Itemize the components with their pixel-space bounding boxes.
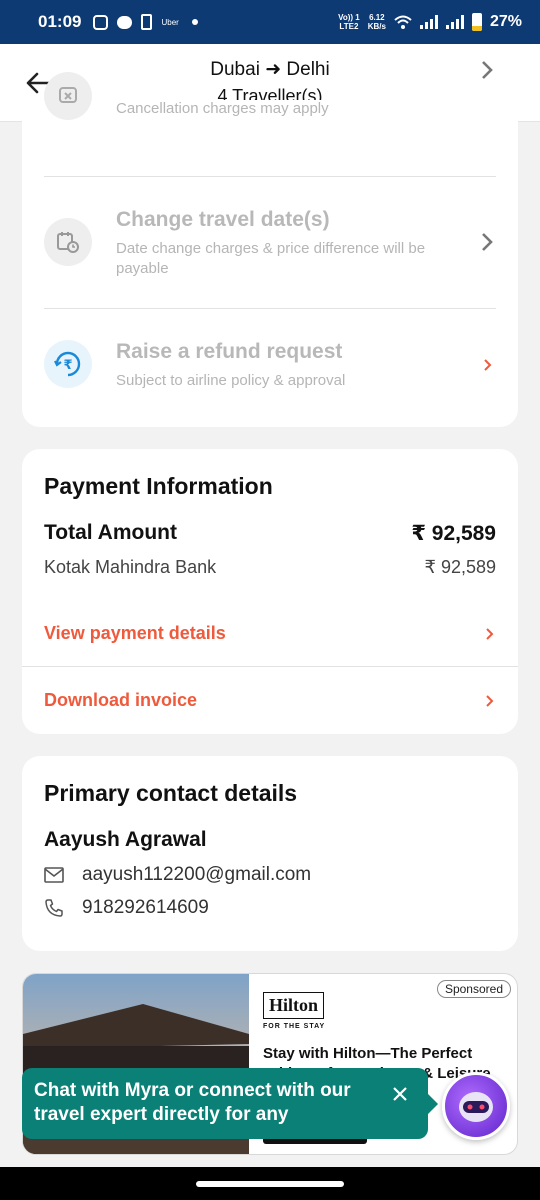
booking-actions-card: Cancellation charges may apply Change tr… bbox=[22, 61, 518, 427]
contact-phone-row: 918292614609 bbox=[44, 897, 209, 919]
change-date-subtitle: Date change charges & price difference w… bbox=[116, 240, 426, 277]
view-payment-details-link[interactable]: View payment details bbox=[44, 623, 496, 644]
battery-saver-icon bbox=[141, 14, 153, 30]
svg-text:₹: ₹ bbox=[63, 358, 72, 373]
instagram-icon bbox=[93, 14, 109, 30]
total-amount-value: ₹ 92,589 bbox=[411, 522, 496, 545]
view-payment-details-label: View payment details bbox=[44, 623, 226, 643]
mail-icon bbox=[44, 867, 64, 883]
chevron-right-icon bbox=[484, 359, 492, 371]
contact-details-card: Primary contact details Aayush Agrawal a… bbox=[22, 756, 518, 951]
system-nav-bar bbox=[0, 1167, 540, 1200]
hilton-logo: Hilton FOR THE STAY bbox=[263, 992, 325, 1030]
chat-tail bbox=[428, 1094, 438, 1114]
contact-heading: Primary contact details bbox=[44, 780, 298, 806]
status-bar: 01:09 Uber Vo)) 1 LTE2 6.12 KB/s 27% bbox=[0, 0, 540, 44]
divider bbox=[22, 666, 518, 667]
refund-request-subtitle: Subject to airline policy & approval bbox=[116, 372, 346, 389]
chat-assistant-popup[interactable]: Chat with Myra or connect with our trave… bbox=[22, 1068, 428, 1139]
chevron-right-icon bbox=[486, 627, 494, 640]
status-time: 01:09 bbox=[38, 12, 82, 31]
chevron-right-icon bbox=[482, 233, 493, 251]
cancel-ticket-icon bbox=[44, 72, 92, 120]
cancel-booking-option[interactable]: Cancellation charges may apply bbox=[44, 61, 496, 152]
signal-2-icon bbox=[445, 15, 464, 29]
bank-amount: ₹ 92,589 bbox=[424, 557, 496, 577]
payment-heading: Payment Information bbox=[44, 473, 273, 499]
uber-icon: Uber bbox=[161, 17, 179, 27]
download-invoice-label: Download invoice bbox=[44, 690, 198, 710]
chevron-right-icon bbox=[486, 694, 494, 707]
contact-email: aayush112200@gmail.com bbox=[82, 864, 312, 885]
payment-info-card: Payment Information Total Amount ₹ 92,58… bbox=[22, 449, 518, 734]
calendar-clock-icon bbox=[44, 218, 92, 266]
change-date-title: Change travel date(s) bbox=[116, 208, 330, 231]
battery-icon bbox=[471, 13, 482, 31]
close-icon[interactable] bbox=[390, 1084, 410, 1104]
contact-email-row: aayush112200@gmail.com bbox=[44, 864, 311, 886]
divider bbox=[44, 308, 496, 309]
myra-bot-avatar-icon[interactable] bbox=[442, 1072, 510, 1140]
signal-icon bbox=[419, 15, 438, 29]
download-invoice-link[interactable]: Download invoice bbox=[44, 690, 496, 711]
phone-icon bbox=[45, 899, 63, 917]
contact-phone: 918292614609 bbox=[82, 897, 209, 918]
total-amount-row: Total Amount ₹ 92,589 bbox=[44, 521, 496, 546]
divider bbox=[44, 176, 496, 177]
refund-request-title: Raise a refund request bbox=[116, 340, 343, 363]
network-speed: 6.12 KB/s bbox=[367, 13, 386, 31]
contact-name: Aayush Agrawal bbox=[44, 828, 207, 851]
bank-row: Kotak Mahindra Bank ₹ 92,589 bbox=[44, 557, 496, 578]
chevron-right-icon bbox=[482, 61, 493, 79]
sponsored-badge: Sponsored bbox=[436, 980, 511, 998]
refund-request-option[interactable]: ₹ Raise a refund request Subject to airl… bbox=[44, 340, 496, 394]
notification-dot-icon bbox=[191, 19, 198, 25]
bank-name: Kotak Mahindra Bank bbox=[44, 557, 217, 577]
battery-percent: 27% bbox=[489, 13, 522, 30]
cancel-option-subtitle: Cancellation charges may apply bbox=[116, 100, 329, 117]
wifi-icon bbox=[394, 15, 412, 29]
home-gesture-handle[interactable] bbox=[196, 1181, 344, 1187]
total-amount-label: Total Amount bbox=[44, 521, 177, 544]
chat-bubble-icon bbox=[117, 15, 133, 29]
rupee-refund-icon: ₹ bbox=[44, 340, 92, 388]
chat-message: Chat with Myra or connect with our trave… bbox=[34, 1080, 351, 1125]
change-date-option[interactable]: Change travel date(s) Date change charge… bbox=[44, 208, 496, 280]
network-type: Vo)) 1 LTE2 bbox=[338, 13, 360, 31]
